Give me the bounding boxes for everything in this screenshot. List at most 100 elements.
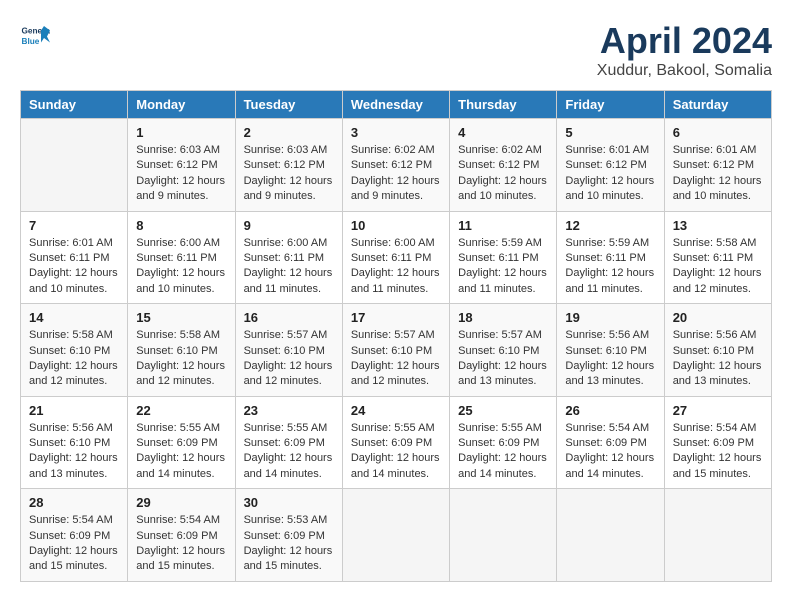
day-number: 2 [244,125,334,140]
logo-icon: General Blue [20,20,50,50]
day-number: 16 [244,310,334,325]
day-number: 20 [673,310,763,325]
day-info: Sunrise: 6:00 AMSunset: 6:11 PMDaylight:… [244,236,334,298]
calendar-day-cell: 19 Sunrise: 5:56 AMSunset: 6:10 PMDayligh… [557,304,664,397]
weekday-header: Tuesday [235,91,342,119]
weekday-header: Friday [557,91,664,119]
calendar-day-cell: 8 Sunrise: 6:00 AMSunset: 6:11 PMDaylight… [128,211,235,304]
svg-text:Blue: Blue [22,37,40,46]
day-info: Sunrise: 6:01 AMSunset: 6:11 PMDaylight:… [29,236,119,298]
calendar-day-cell: 1 Sunrise: 6:03 AMSunset: 6:12 PMDaylight… [128,119,235,212]
calendar-day-cell: 10Sunrise: 6:00 AMSunset: 6:11 PMDayligh… [342,211,449,304]
day-number: 3 [351,125,441,140]
day-info: Sunrise: 5:55 AMSunset: 6:09 PMDaylight:… [136,421,226,483]
weekday-header: Saturday [664,91,771,119]
calendar-day-cell [21,119,128,212]
day-number: 15 [136,310,226,325]
weekday-header: Sunday [21,91,128,119]
day-info: Sunrise: 5:58 AMSunset: 6:10 PMDaylight:… [29,328,119,390]
calendar-day-cell: 2 Sunrise: 6:03 AMSunset: 6:12 PMDaylight… [235,119,342,212]
day-info: Sunrise: 6:01 AMSunset: 6:12 PMDaylight:… [565,143,655,205]
calendar-day-cell: 21Sunrise: 5:56 AMSunset: 6:10 PMDayligh… [21,396,128,489]
day-info: Sunrise: 6:01 AMSunset: 6:12 PMDaylight:… [673,143,763,205]
calendar-week-row: 1 Sunrise: 6:03 AMSunset: 6:12 PMDaylight… [21,119,772,212]
calendar-week-row: 28 Sunrise: 5:54 AMSunset: 6:09 PMDayligh… [21,489,772,582]
weekday-header: Thursday [450,91,557,119]
day-number: 29 [136,495,226,510]
day-info: Sunrise: 5:58 AMSunset: 6:10 PMDaylight:… [136,328,226,390]
day-number: 18 [458,310,548,325]
calendar-day-cell [342,489,449,582]
day-number: 9 [244,218,334,233]
day-info: Sunrise: 6:03 AMSunset: 6:12 PMDaylight:… [244,143,334,205]
calendar-day-cell [664,489,771,582]
page-header: General Blue April 2024 Xuddur, Bakool, … [20,20,772,80]
weekday-header: Wednesday [342,91,449,119]
weekday-header: Monday [128,91,235,119]
calendar-day-cell: 12Sunrise: 5:59 AMSunset: 6:11 PMDayligh… [557,211,664,304]
day-number: 30 [244,495,334,510]
calendar-day-cell: 27 Sunrise: 5:54 AMSunset: 6:09 PMDayligh… [664,396,771,489]
day-info: Sunrise: 6:00 AMSunset: 6:11 PMDaylight:… [136,236,226,298]
day-info: Sunrise: 5:56 AMSunset: 6:10 PMDaylight:… [673,328,763,390]
day-number: 8 [136,218,226,233]
day-info: Sunrise: 5:56 AMSunset: 6:10 PMDaylight:… [565,328,655,390]
calendar-day-cell: 22 Sunrise: 5:55 AMSunset: 6:09 PMDayligh… [128,396,235,489]
day-info: Sunrise: 5:54 AMSunset: 6:09 PMDaylight:… [29,513,119,575]
calendar-day-cell: 23 Sunrise: 5:55 AMSunset: 6:09 PMDayligh… [235,396,342,489]
logo: General Blue [20,20,50,50]
calendar-day-cell: 6Sunrise: 6:01 AMSunset: 6:12 PMDaylight… [664,119,771,212]
day-info: Sunrise: 5:54 AMSunset: 6:09 PMDaylight:… [673,421,763,483]
calendar-day-cell: 24Sunrise: 5:55 AMSunset: 6:09 PMDayligh… [342,396,449,489]
day-number: 26 [565,403,655,418]
day-info: Sunrise: 6:02 AMSunset: 6:12 PMDaylight:… [458,143,548,205]
day-number: 21 [29,403,119,418]
calendar-day-cell: 3 Sunrise: 6:02 AMSunset: 6:12 PMDaylight… [342,119,449,212]
calendar-day-cell: 20 Sunrise: 5:56 AMSunset: 6:10 PMDayligh… [664,304,771,397]
day-number: 1 [136,125,226,140]
calendar-day-cell: 26 Sunrise: 5:54 AMSunset: 6:09 PMDayligh… [557,396,664,489]
calendar-day-cell: 13Sunrise: 5:58 AMSunset: 6:11 PMDayligh… [664,211,771,304]
calendar-day-cell [557,489,664,582]
day-info: Sunrise: 5:53 AMSunset: 6:09 PMDaylight:… [244,513,334,575]
calendar-day-cell [450,489,557,582]
location: Xuddur, Bakool, Somalia [597,62,772,80]
day-info: Sunrise: 5:59 AMSunset: 6:11 PMDaylight:… [458,236,548,298]
day-number: 19 [565,310,655,325]
day-info: Sunrise: 6:03 AMSunset: 6:12 PMDaylight:… [136,143,226,205]
day-info: Sunrise: 5:57 AMSunset: 6:10 PMDaylight:… [351,328,441,390]
day-info: Sunrise: 5:55 AMSunset: 6:09 PMDaylight:… [244,421,334,483]
calendar-table: SundayMondayTuesdayWednesdayThursdayFrid… [20,90,772,582]
calendar-day-cell: 16 Sunrise: 5:57 AMSunset: 6:10 PMDayligh… [235,304,342,397]
calendar-day-cell: 18Sunrise: 5:57 AMSunset: 6:10 PMDayligh… [450,304,557,397]
day-info: Sunrise: 5:54 AMSunset: 6:09 PMDaylight:… [565,421,655,483]
day-number: 14 [29,310,119,325]
calendar-day-cell: 5Sunrise: 6:01 AMSunset: 6:12 PMDaylight… [557,119,664,212]
day-info: Sunrise: 5:57 AMSunset: 6:10 PMDaylight:… [244,328,334,390]
calendar-header: SundayMondayTuesdayWednesdayThursdayFrid… [21,91,772,119]
calendar-day-cell: 17 Sunrise: 5:57 AMSunset: 6:10 PMDayligh… [342,304,449,397]
calendar-week-row: 21Sunrise: 5:56 AMSunset: 6:10 PMDayligh… [21,396,772,489]
day-number: 12 [565,218,655,233]
day-info: Sunrise: 5:55 AMSunset: 6:09 PMDaylight:… [458,421,548,483]
calendar-day-cell: 25Sunrise: 5:55 AMSunset: 6:09 PMDayligh… [450,396,557,489]
day-number: 10 [351,218,441,233]
day-number: 17 [351,310,441,325]
day-number: 27 [673,403,763,418]
calendar-day-cell: 28 Sunrise: 5:54 AMSunset: 6:09 PMDayligh… [21,489,128,582]
calendar-day-cell: 30 Sunrise: 5:53 AMSunset: 6:09 PMDayligh… [235,489,342,582]
day-number: 23 [244,403,334,418]
calendar-day-cell: 11 Sunrise: 5:59 AMSunset: 6:11 PMDayligh… [450,211,557,304]
calendar-day-cell: 29Sunrise: 5:54 AMSunset: 6:09 PMDayligh… [128,489,235,582]
day-info: Sunrise: 6:02 AMSunset: 6:12 PMDaylight:… [351,143,441,205]
day-number: 7 [29,218,119,233]
calendar-day-cell: 9 Sunrise: 6:00 AMSunset: 6:11 PMDaylight… [235,211,342,304]
calendar-day-cell: 15 Sunrise: 5:58 AMSunset: 6:10 PMDayligh… [128,304,235,397]
day-info: Sunrise: 5:55 AMSunset: 6:09 PMDaylight:… [351,421,441,483]
calendar-day-cell: 7 Sunrise: 6:01 AMSunset: 6:11 PMDaylight… [21,211,128,304]
calendar-week-row: 7 Sunrise: 6:01 AMSunset: 6:11 PMDaylight… [21,211,772,304]
day-number: 4 [458,125,548,140]
day-number: 28 [29,495,119,510]
day-number: 11 [458,218,548,233]
day-number: 22 [136,403,226,418]
